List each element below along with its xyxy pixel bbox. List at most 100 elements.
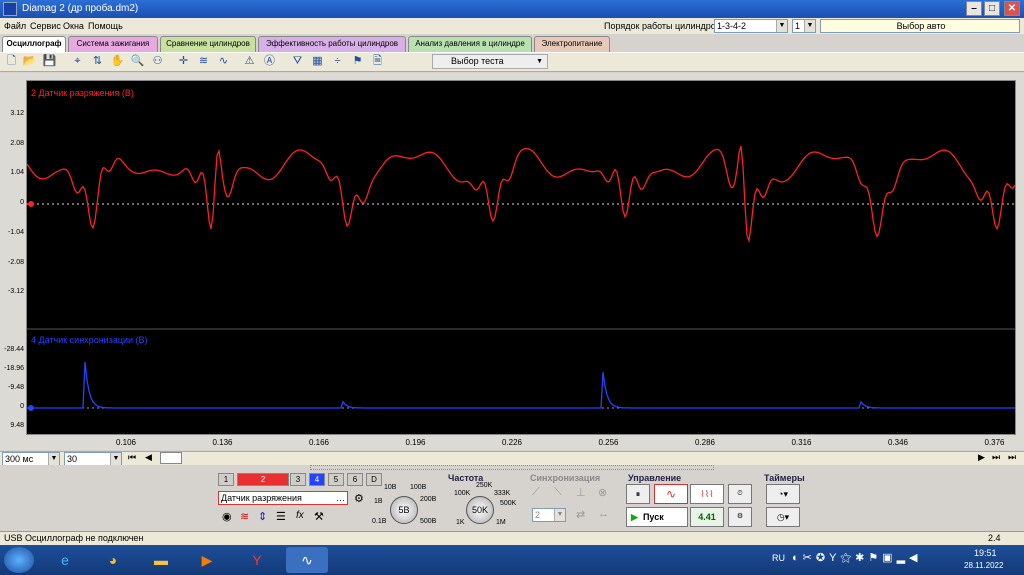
- signal-icon[interactable]: ⚇: [150, 54, 165, 69]
- tab-oscilloscope[interactable]: Осциллограф: [2, 36, 66, 52]
- wave-alt-icon[interactable]: ∿: [216, 54, 231, 69]
- chevron-down-icon: ▼: [536, 58, 543, 65]
- x-tick-label: 0.316: [791, 438, 812, 447]
- menu-windows[interactable]: Окна: [63, 21, 84, 31]
- menu-help[interactable]: Помощь: [88, 21, 123, 31]
- maximize-button[interactable]: □: [984, 1, 1000, 16]
- folder-icon[interactable]: ▬: [140, 547, 182, 573]
- sync-off-icon[interactable]: ⊗: [598, 486, 607, 499]
- tab-power-supply[interactable]: Электропитание: [534, 36, 610, 52]
- new-file-icon[interactable]: 🗋: [4, 54, 19, 69]
- ch4-waveform: [27, 361, 1015, 409]
- wave-icon[interactable]: ≋: [196, 54, 211, 69]
- control-panel: [0, 465, 1024, 531]
- sync-fall-icon[interactable]: ⟍: [554, 486, 562, 499]
- measure-icon[interactable]: ⇅: [90, 54, 105, 69]
- channel-button-2[interactable]: 2: [237, 473, 289, 486]
- next-icon[interactable]: ▶: [978, 452, 985, 463]
- zoom-icon[interactable]: 🔍: [130, 54, 145, 69]
- cyl-number-select[interactable]: 1 ▼: [792, 19, 816, 33]
- tab-cylinder-efficiency[interactable]: Эффективность работы цилиндров: [258, 36, 406, 52]
- auto-button[interactable]: ⏲: [728, 484, 752, 504]
- sine-mode-button[interactable]: ∿: [654, 484, 688, 504]
- sensor-settings-icon[interactable]: ⚙: [354, 492, 364, 505]
- sync-channel-select[interactable]: 2 ▼: [532, 508, 566, 522]
- document-icon[interactable]: 🗎: [370, 54, 385, 69]
- auto-icon[interactable]: Ⓐ: [262, 54, 277, 69]
- hand-icon[interactable]: ✋: [110, 54, 125, 69]
- lines-icon[interactable]: ☰: [276, 510, 286, 523]
- tab-ignition[interactable]: Система зажигания: [68, 36, 158, 52]
- channel-button-5[interactable]: 5: [328, 473, 344, 486]
- clock-date: 28.11.2022: [964, 561, 1004, 570]
- auto-sync-button[interactable]: ⚙: [728, 507, 752, 527]
- pause-button[interactable]: ⏸: [626, 484, 650, 504]
- count-select[interactable]: 30 ▼: [64, 452, 122, 466]
- sync-swap-icon[interactable]: ⇄: [576, 508, 585, 521]
- media-icon[interactable]: ▶: [186, 547, 228, 573]
- scroll-thumb[interactable]: [160, 452, 182, 464]
- freq-label-500k: 500K: [500, 500, 517, 507]
- freq-label-333k: 333K: [494, 490, 511, 497]
- start-menu-icon[interactable]: [4, 547, 34, 573]
- channel-button-3[interactable]: 3: [290, 473, 306, 486]
- first-icon[interactable]: ⏮: [128, 452, 136, 463]
- open-folder-icon[interactable]: 📂: [22, 54, 37, 69]
- invert-icon[interactable]: ⇕: [258, 510, 267, 523]
- prev-icon[interactable]: ◀: [145, 452, 152, 463]
- frequency-knob[interactable]: 50K: [466, 496, 494, 524]
- eye-icon[interactable]: ◉: [222, 510, 232, 523]
- timebase-select[interactable]: 300 мс ▼: [2, 452, 60, 466]
- filter-icon[interactable]: ⛛: [290, 54, 305, 69]
- last-icon[interactable]: ⏭: [992, 452, 1000, 463]
- select-test-dropdown[interactable]: Выбор теста ▼: [432, 54, 548, 69]
- tab-pressure-analysis[interactable]: Анализ давления в цилиндре: [408, 36, 532, 52]
- scope-plot[interactable]: [26, 80, 1016, 435]
- tray-icons[interactable]: ◐✂✪Y⚝✱⚑▣▂◀: [792, 551, 922, 565]
- chrome-icon[interactable]: ◕: [92, 547, 134, 573]
- end-icon[interactable]: ⏭: [1008, 452, 1016, 463]
- channel-button-1[interactable]: 1: [218, 473, 234, 486]
- ie-icon[interactable]: e: [44, 547, 86, 573]
- menu-service[interactable]: Сервис: [30, 21, 61, 31]
- cyl-order-value: 1-3-4-2: [717, 21, 747, 31]
- close-button[interactable]: ✕: [1004, 1, 1020, 16]
- split-icon[interactable]: ÷: [330, 54, 345, 69]
- language-indicator[interactable]: RU: [772, 553, 785, 563]
- marker-icon[interactable]: ⚠: [242, 54, 257, 69]
- sync-rise-icon[interactable]: ⟋: [532, 486, 540, 499]
- pulse-mode-button[interactable]: ⌇⌇⌇: [690, 484, 724, 504]
- title-bar: Diamag 2 (др проба.dm2): [0, 0, 1024, 18]
- pulse-wave-icon: ⌇⌇⌇: [700, 489, 714, 499]
- expand-icon[interactable]: ✛: [176, 54, 191, 69]
- tab-cylinder-compare[interactable]: Сравнение цилиндров: [160, 36, 256, 52]
- sync-arrows-icon[interactable]: ↔: [598, 508, 609, 520]
- status-right: 2.4: [988, 533, 1001, 543]
- voltage-knob[interactable]: 5В: [390, 496, 418, 524]
- tools-icon[interactable]: ⚒: [314, 510, 324, 523]
- channel-button-4[interactable]: 4: [309, 473, 325, 486]
- yandex-icon[interactable]: Y: [236, 547, 278, 573]
- save-icon[interactable]: 💾: [42, 54, 57, 69]
- range-indicator: [310, 465, 714, 470]
- flag-icon[interactable]: ⚑: [350, 54, 365, 69]
- sensor-select[interactable]: Датчик разряжения…: [218, 491, 348, 505]
- cursor-icon[interactable]: ⌖: [70, 54, 85, 69]
- sync-level-icon[interactable]: ⊥: [576, 486, 586, 499]
- auto-select[interactable]: Выбор авто: [820, 19, 1020, 33]
- table-icon[interactable]: ▦: [310, 54, 325, 69]
- timer-1-button[interactable]: ◔▾: [766, 484, 800, 504]
- freq-label-1k: 1K: [456, 519, 465, 526]
- ch2-label: 2 Датчик разряжения (В): [31, 88, 134, 98]
- cyl-order-select[interactable]: 1-3-4-2 ▼: [714, 19, 788, 33]
- channel-button-6[interactable]: 6: [347, 473, 363, 486]
- menu-file[interactable]: Файл: [4, 21, 26, 31]
- diamag-task-icon[interactable]: ∿: [286, 547, 328, 573]
- timer-2-button[interactable]: ◷▾: [766, 507, 800, 527]
- channel-button-D[interactable]: D: [366, 473, 382, 486]
- wave-toggle-icon[interactable]: ≋: [240, 510, 249, 523]
- function-icon[interactable]: fx: [296, 510, 304, 521]
- start-button[interactable]: ▶ Пуск: [626, 507, 688, 527]
- sync-title: Синхронизация: [530, 473, 601, 483]
- minimize-button[interactable]: –: [966, 1, 982, 16]
